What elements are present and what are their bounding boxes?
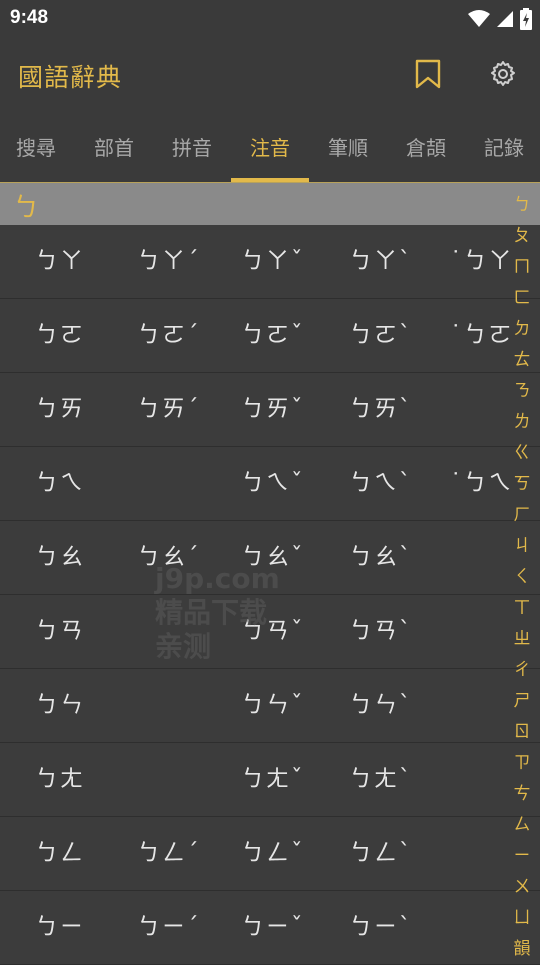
gear-icon <box>491 61 515 86</box>
index-item[interactable]: ㄎ <box>504 469 540 500</box>
status-icons <box>468 6 532 32</box>
grid-row: ㄅㄚ ㄅㄚˊ ㄅㄚˇ ㄅㄚˋ ˙ㄅㄚ <box>0 225 540 299</box>
signal-icon <box>497 11 513 27</box>
index-item[interactable]: ㄉ <box>504 314 540 345</box>
battery-icon <box>520 8 532 30</box>
grid-row: ㄅㄣ ㄅㄣˇ ㄅㄣˋ <box>0 669 540 743</box>
zhuyin-cell[interactable]: ㄅㄥˇ <box>241 817 305 890</box>
zhuyin-cell[interactable]: ㄅㄞˋ <box>349 373 413 446</box>
zhuyin-cell[interactable]: ㄅㄧˋ <box>349 891 413 964</box>
zhuyin-cell[interactable]: ㄅㄤˇ <box>241 743 305 816</box>
zhuyin-cell[interactable]: ㄅㄥ <box>35 817 85 890</box>
status-bar: 9:48 <box>0 0 540 40</box>
app-title: 國語辭典 <box>18 63 123 92</box>
index-item[interactable]: ㄇ <box>504 252 540 283</box>
index-item[interactable]: ㄨ <box>504 872 540 903</box>
index-item[interactable]: ㄌ <box>504 407 540 438</box>
tab-radical[interactable]: 部首 <box>75 110 153 182</box>
grid-row: ㄅㄟ ㄅㄟˇ ㄅㄟˋ ˙ㄅㄟ <box>0 447 540 521</box>
zhuyin-cell[interactable]: ㄅㄣˇ <box>241 669 305 742</box>
zhuyin-cell[interactable]: ㄅㄧ <box>35 891 85 964</box>
index-item[interactable]: 韻 <box>504 934 540 965</box>
index-bar: ㄅ ㄆ ㄇ ㄈ ㄉ ㄊ ㄋ ㄌ ㄍ ㄎ ㄏ ㄐ ㄑ ㄒ ㄓ ㄔ ㄕ ㄖ ㄗ ㄘ … <box>504 190 540 965</box>
zhuyin-cell[interactable]: ㄅㄛˋ <box>349 299 413 372</box>
zhuyin-cell[interactable]: ㄅㄣ <box>35 669 85 742</box>
watermark-line: j9p.com <box>155 562 280 595</box>
zhuyin-cell[interactable]: ㄅㄞˊ <box>137 373 201 446</box>
index-item[interactable]: ㄗ <box>504 748 540 779</box>
zhuyin-cell[interactable]: ㄅㄧˇ <box>241 891 305 964</box>
settings-button[interactable] <box>485 56 521 92</box>
zhuyin-cell[interactable]: ㄅㄚˋ <box>349 225 413 298</box>
tab-bar: 搜尋 部首 拼音 注音 筆順 倉頡 記錄 <box>0 110 540 183</box>
index-item[interactable]: ㄩ <box>504 903 540 934</box>
watermark-line: 精品下载 <box>155 596 268 629</box>
grid-row: ㄅㄛ ㄅㄛˊ ㄅㄛˇ ㄅㄛˋ ˙ㄅㄛ <box>0 299 540 373</box>
zhuyin-cell[interactable]: ㄅㄚ <box>35 225 85 298</box>
index-item[interactable]: ㄈ <box>504 283 540 314</box>
zhuyin-cell[interactable]: ㄅㄢ <box>35 595 85 668</box>
index-item[interactable]: ㄖ <box>504 717 540 748</box>
zhuyin-cell[interactable]: ㄅㄟˋ <box>349 447 413 520</box>
bookmark-icon <box>415 59 441 89</box>
index-item[interactable]: ㄕ <box>504 686 540 717</box>
zhuyin-cell[interactable]: ㄅㄠˋ <box>349 521 413 594</box>
zhuyin-cell[interactable]: ㄅㄛ <box>35 299 85 372</box>
zhuyin-cell[interactable]: ㄅㄥˋ <box>349 817 413 890</box>
index-item[interactable]: ㄓ <box>504 624 540 655</box>
index-item[interactable]: ㄏ <box>504 500 540 531</box>
app-bar: 國語辭典 <box>0 40 540 110</box>
tab-indicator <box>231 178 309 182</box>
zhuyin-cell[interactable]: ㄅㄤ <box>35 743 85 816</box>
section-header: ㄅ <box>0 183 540 225</box>
status-time: 9:48 <box>10 7 49 28</box>
tab-cangjie[interactable]: 倉頡 <box>387 110 465 182</box>
index-item[interactable]: ㄊ <box>504 345 540 376</box>
index-item[interactable]: ㄘ <box>504 779 540 810</box>
grid-row: ㄅㄤ ㄅㄤˇ ㄅㄤˋ <box>0 743 540 817</box>
section-header-label: ㄅ <box>13 193 40 223</box>
zhuyin-cell[interactable]: ㄅㄟˇ <box>241 447 305 520</box>
grid-row: ㄅㄞ ㄅㄞˊ ㄅㄞˇ ㄅㄞˋ <box>0 373 540 447</box>
index-item[interactable]: ㄧ <box>504 841 540 872</box>
zhuyin-cell[interactable]: ㄅㄣˋ <box>349 669 413 742</box>
tab-zhuyin[interactable]: 注音 <box>231 110 309 182</box>
tab-search[interactable]: 搜尋 <box>0 110 75 182</box>
index-item[interactable]: ㄋ <box>504 376 540 407</box>
zhuyin-cell[interactable]: ㄅㄠ <box>35 521 85 594</box>
zhuyin-cell[interactable]: ㄅㄞ <box>35 373 85 446</box>
tab-history[interactable]: 記錄 <box>465 110 540 182</box>
index-item[interactable]: ㄑ <box>504 562 540 593</box>
zhuyin-cell[interactable]: ㄅㄤˋ <box>349 743 413 816</box>
index-item[interactable]: ㄔ <box>504 655 540 686</box>
index-item[interactable]: ㄙ <box>504 810 540 841</box>
zhuyin-cell[interactable]: ㄅㄢˋ <box>349 595 413 668</box>
grid-row: ㄅㄥ ㄅㄥˊ ㄅㄥˇ ㄅㄥˋ <box>0 817 540 891</box>
bookmark-button[interactable] <box>410 56 446 92</box>
watermark-line: 亲测 <box>155 630 212 663</box>
zhuyin-cell[interactable]: ㄅㄛˊ <box>137 299 201 372</box>
zhuyin-cell[interactable]: ㄅㄞˇ <box>241 373 305 446</box>
index-item[interactable]: ㄅ <box>504 190 540 221</box>
watermark: j9p.com 精品下载 亲测 <box>155 562 280 664</box>
tab-stroke-order[interactable]: 筆順 <box>309 110 387 182</box>
zhuyin-cell[interactable]: ㄅㄥˊ <box>137 817 201 890</box>
zhuyin-cell[interactable]: ㄅㄚˇ <box>241 225 305 298</box>
wifi-icon <box>468 10 490 27</box>
index-item[interactable]: ㄐ <box>504 531 540 562</box>
index-item[interactable]: ㄒ <box>504 593 540 624</box>
tab-pinyin[interactable]: 拼音 <box>153 110 231 182</box>
zhuyin-cell[interactable]: ㄅㄧˊ <box>137 891 201 964</box>
index-item[interactable]: ㄆ <box>504 221 540 252</box>
grid-row: ㄅㄧ ㄅㄧˊ ㄅㄧˇ ㄅㄧˋ <box>0 891 540 965</box>
zhuyin-cell[interactable]: ㄅㄚˊ <box>137 225 201 298</box>
index-item[interactable]: ㄍ <box>504 438 540 469</box>
zhuyin-cell[interactable]: ㄅㄛˇ <box>241 299 305 372</box>
zhuyin-cell[interactable]: ㄅㄟ <box>35 447 85 520</box>
